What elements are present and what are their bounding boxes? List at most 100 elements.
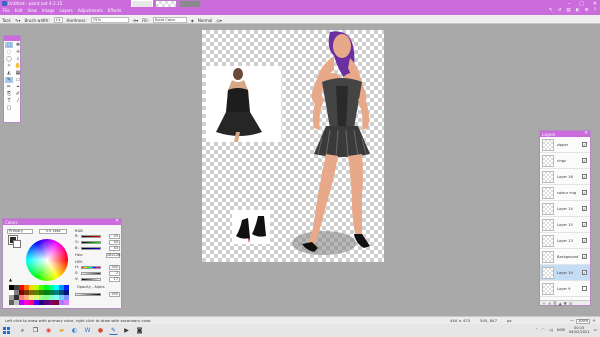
layer-row[interactable]: Layer 9 bbox=[540, 281, 590, 297]
zoom-icon[interactable]: ⌕ bbox=[14, 56, 22, 62]
layer-row[interactable]: Background ✓ bbox=[540, 249, 590, 265]
layer-visibility-checkbox[interactable]: ✓ bbox=[582, 142, 587, 147]
layer-visibility-checkbox[interactable]: ✓ bbox=[582, 238, 587, 243]
v-field[interactable]: 17 bbox=[109, 277, 120, 282]
move-up-icon[interactable]: ▲ bbox=[559, 301, 562, 306]
layer-row[interactable]: Layer 15 ✓ bbox=[540, 217, 590, 233]
menu-edit[interactable]: Edit bbox=[15, 8, 23, 13]
move-down-icon[interactable]: ▼ bbox=[564, 301, 567, 306]
hardness-slider[interactable]: 75% bbox=[90, 17, 129, 23]
chrome-icon[interactable]: ◉ bbox=[44, 326, 53, 335]
alpha-mode-icon[interactable]: ◎▾ bbox=[216, 18, 222, 23]
search-icon[interactable]: ⌕ bbox=[18, 326, 27, 335]
task-view-icon[interactable]: ❐ bbox=[31, 326, 40, 335]
language-indicator[interactable]: NOB bbox=[557, 328, 565, 332]
menu-effects[interactable]: Effects bbox=[108, 8, 122, 13]
r-field[interactable]: 43 bbox=[109, 234, 120, 239]
antialias-icon[interactable]: ◔▾ bbox=[133, 18, 139, 23]
primary-secondary-dropdown[interactable]: Primary bbox=[7, 229, 33, 234]
camera-icon[interactable]: ◙ bbox=[135, 326, 144, 335]
layer-row[interactable]: colour mig ✓ bbox=[540, 185, 590, 201]
close-icon[interactable]: ✕ bbox=[115, 219, 119, 224]
layer-visibility-checkbox[interactable]: ✓ bbox=[582, 158, 587, 163]
add-layer-icon[interactable]: ＋ bbox=[542, 301, 546, 306]
layer-row-selected[interactable]: Layer 19 ✓ bbox=[540, 265, 590, 281]
layer-row[interactable]: ringz ✓ bbox=[540, 153, 590, 169]
layers-window-icon[interactable]: ▤ bbox=[566, 8, 570, 13]
layer-row[interactable]: Layer 16 ✓ bbox=[540, 169, 590, 185]
notifications-icon[interactable]: ▭ bbox=[594, 328, 597, 332]
blend-mode-dropdown[interactable]: Normal bbox=[198, 18, 212, 23]
hex-field[interactable]: 2B2C2B bbox=[106, 253, 121, 258]
color-wheel[interactable] bbox=[26, 239, 68, 281]
h-field[interactable]: 300 bbox=[109, 265, 120, 270]
move-selected-icon[interactable]: ✛ bbox=[14, 49, 22, 55]
firefox-icon[interactable]: ● bbox=[96, 326, 105, 335]
colors-window-icon[interactable]: ◐ bbox=[576, 8, 580, 13]
brush-width-field[interactable]: 15 bbox=[53, 17, 63, 23]
lasso-select-icon[interactable]: ◌ bbox=[5, 49, 13, 55]
recolor-icon[interactable]: ✐ bbox=[14, 91, 22, 97]
edge-icon[interactable]: ◐ bbox=[70, 326, 79, 335]
g-field[interactable]: 44 bbox=[109, 240, 120, 245]
secondary-color-swatch[interactable] bbox=[13, 240, 21, 248]
opacity-field[interactable]: 255 bbox=[109, 292, 120, 297]
layer-visibility-checkbox[interactable]: ✓ bbox=[582, 190, 587, 195]
settings-gear-icon[interactable]: ⚙ bbox=[585, 8, 589, 13]
file-explorer-icon[interactable]: ▰ bbox=[57, 326, 66, 335]
layer-row[interactable]: Layer 14 ✓ bbox=[540, 201, 590, 217]
eraser-icon[interactable]: ▭ bbox=[14, 77, 22, 83]
r-slider[interactable] bbox=[81, 235, 101, 238]
ellipse-select-icon[interactable]: ◯ bbox=[5, 56, 13, 62]
close-icon[interactable]: ✕ bbox=[584, 131, 588, 136]
delete-layer-icon[interactable]: ✕ bbox=[548, 301, 551, 306]
s-slider[interactable] bbox=[81, 272, 101, 275]
magic-wand-icon[interactable]: ✧ bbox=[5, 63, 13, 69]
text-icon[interactable]: T bbox=[5, 98, 13, 104]
less-button[interactable]: << Less bbox=[39, 229, 67, 234]
g-slider[interactable] bbox=[81, 241, 101, 244]
canvas[interactable] bbox=[202, 30, 384, 262]
menu-adjustments[interactable]: Adjustments bbox=[78, 8, 103, 13]
media-icon[interactable]: ▶ bbox=[122, 326, 131, 335]
tools-window-icon[interactable]: ✎ bbox=[549, 8, 553, 13]
shapes-icon[interactable]: □ bbox=[5, 105, 13, 111]
word-icon[interactable]: W bbox=[83, 326, 92, 335]
help-icon[interactable]: ? bbox=[594, 8, 596, 13]
h-slider[interactable] bbox=[81, 266, 101, 269]
paintnet-taskbar-icon[interactable]: ✎ bbox=[109, 326, 118, 335]
clone-stamp-icon[interactable]: ⎘ bbox=[5, 91, 13, 97]
opacity-slider[interactable] bbox=[75, 293, 101, 296]
add-to-palette-icon[interactable]: ▲ bbox=[9, 277, 12, 282]
b-field[interactable]: 43 bbox=[109, 246, 120, 251]
duplicate-layer-icon[interactable]: ⎘ bbox=[553, 301, 556, 306]
layer-row[interactable]: zipper ✓ bbox=[540, 137, 590, 153]
paintbrush-tool-icon[interactable]: ✎ bbox=[5, 77, 13, 83]
pan-icon[interactable]: ✋ bbox=[14, 63, 22, 69]
volume-icon[interactable]: ◁) bbox=[549, 328, 553, 332]
tray-arrow-icon[interactable]: ˄ bbox=[536, 328, 538, 332]
paint-bucket-icon[interactable]: ◭ bbox=[5, 70, 13, 76]
layer-visibility-checkbox[interactable]: ✓ bbox=[582, 270, 587, 275]
clock[interactable]: 00:15 04/02/2021 bbox=[569, 326, 590, 334]
history-window-icon[interactable]: ↺ bbox=[558, 8, 562, 13]
pencil-icon[interactable]: ✏ bbox=[5, 84, 13, 90]
paintbrush-icon[interactable]: ✎▾ bbox=[15, 18, 20, 23]
layer-visibility-checkbox[interactable]: ✓ bbox=[582, 206, 587, 211]
fill-dropdown[interactable]: Solid Color bbox=[152, 17, 187, 23]
zoom-field[interactable]: 100% bbox=[576, 318, 590, 324]
palette-swatch[interactable] bbox=[64, 300, 69, 305]
windows-start-icon[interactable] bbox=[3, 327, 10, 334]
menu-image[interactable]: Image bbox=[42, 8, 55, 13]
layer-visibility-checkbox[interactable]: ✓ bbox=[582, 254, 587, 259]
gradient-icon[interactable]: ▦ bbox=[14, 70, 22, 76]
menu-view[interactable]: View bbox=[27, 8, 37, 13]
b-slider[interactable] bbox=[81, 247, 101, 250]
s-field[interactable]: 2 bbox=[109, 271, 120, 276]
layer-visibility-checkbox[interactable] bbox=[582, 286, 587, 291]
line-curve-icon[interactable]: ∕ bbox=[14, 98, 22, 104]
layer-properties-icon[interactable]: ☰ bbox=[569, 301, 573, 306]
move-selection-icon[interactable]: ✥ bbox=[14, 42, 22, 48]
rectangle-select-icon[interactable]: ⬚ bbox=[5, 42, 13, 48]
units-dropdown[interactable]: px bbox=[507, 318, 512, 323]
